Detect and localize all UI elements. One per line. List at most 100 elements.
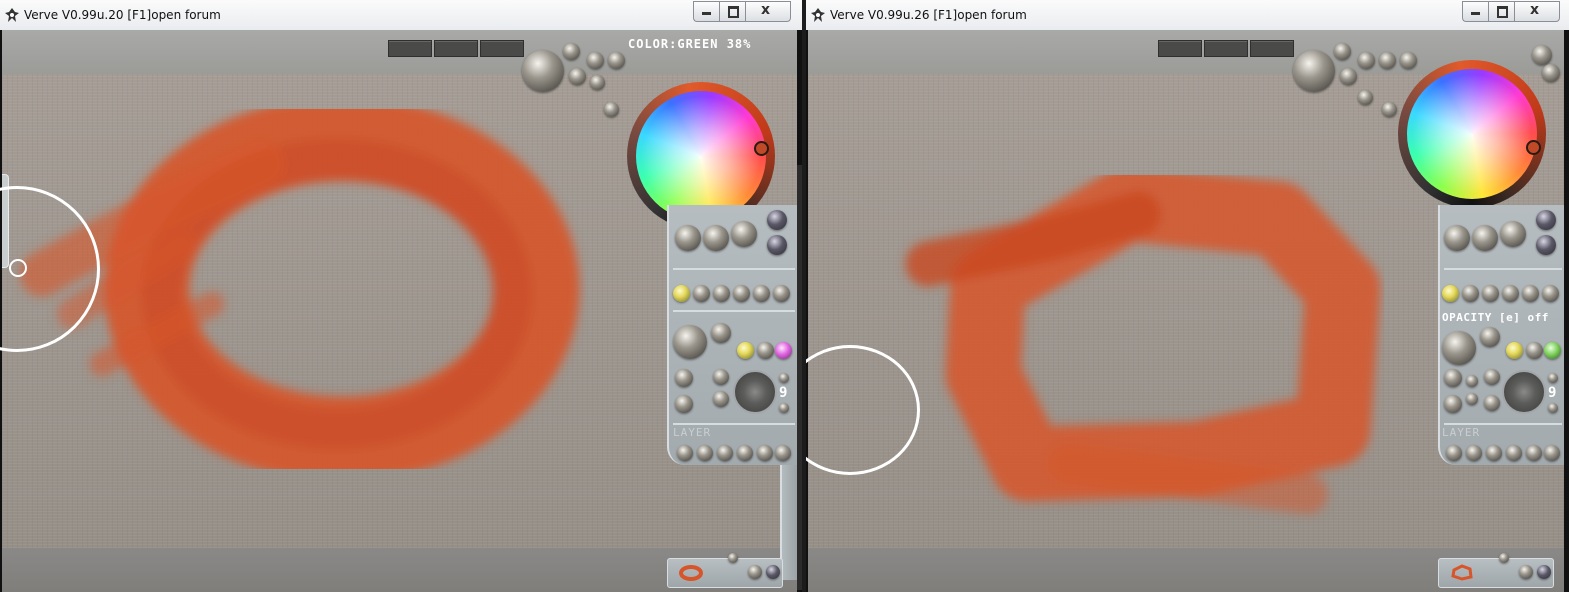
- brush-knob-large[interactable]: [673, 325, 707, 359]
- layer-knob[interactable]: [1446, 445, 1462, 461]
- scrollbar[interactable]: [797, 165, 802, 590]
- top-tab[interactable]: [388, 40, 432, 57]
- canvas-thumbnail[interactable]: [667, 553, 783, 588]
- top-tab[interactable]: [480, 40, 524, 57]
- layer-knob[interactable]: [1526, 445, 1542, 461]
- brush-knob[interactable]: [713, 391, 729, 407]
- brush-mode[interactable]: [1526, 342, 1543, 359]
- preset-knob[interactable]: [693, 285, 710, 302]
- knob[interactable]: [675, 225, 701, 251]
- nav-knob[interactable]: [1499, 553, 1509, 563]
- preset-knob[interactable]: [733, 285, 750, 302]
- small-knob[interactable]: [590, 75, 605, 90]
- small-knob[interactable]: [1334, 43, 1351, 60]
- preset-knob[interactable]: [1542, 285, 1559, 302]
- preset-knob[interactable]: [1462, 285, 1479, 302]
- brush-knob[interactable]: [711, 323, 731, 343]
- preset-knob[interactable]: [1522, 285, 1539, 302]
- brush-mode-yellow[interactable]: [737, 342, 754, 359]
- size-down-knob[interactable]: [1548, 403, 1558, 413]
- small-knob[interactable]: [1340, 68, 1357, 85]
- minimize-button[interactable]: [693, 1, 719, 22]
- preset-knob[interactable]: [1482, 285, 1499, 302]
- brush-mode-green[interactable]: [1544, 342, 1561, 359]
- brush-tip-preview[interactable]: [733, 370, 777, 414]
- layer-knob[interactable]: [1466, 445, 1482, 461]
- brush-knob[interactable]: [675, 369, 693, 387]
- layer-knob[interactable]: [775, 445, 791, 461]
- nav-knob[interactable]: [766, 565, 780, 579]
- brush-tip-preview[interactable]: [1502, 370, 1546, 414]
- brush-knob-large[interactable]: [1442, 331, 1476, 365]
- large-knob[interactable]: [1293, 50, 1335, 92]
- brush-mode-yellow[interactable]: [1506, 342, 1523, 359]
- brush-knob[interactable]: [713, 369, 729, 385]
- preset-knob-active[interactable]: [673, 285, 690, 302]
- size-up-knob[interactable]: [1548, 373, 1558, 383]
- brush-knob[interactable]: [1484, 395, 1500, 411]
- layer-knob[interactable]: [1544, 445, 1560, 461]
- layer-knob[interactable]: [717, 445, 733, 461]
- preset-knob[interactable]: [753, 285, 770, 302]
- preset-knob[interactable]: [713, 285, 730, 302]
- dark-knob[interactable]: [1536, 235, 1556, 255]
- layer-knob[interactable]: [697, 445, 713, 461]
- layer-knob[interactable]: [1506, 445, 1522, 461]
- preset-knob[interactable]: [1502, 285, 1519, 302]
- large-knob[interactable]: [522, 50, 564, 92]
- small-knob[interactable]: [608, 52, 625, 69]
- size-down-knob[interactable]: [779, 403, 789, 413]
- knob[interactable]: [1444, 225, 1470, 251]
- color-picker-marker[interactable]: [1526, 140, 1541, 155]
- minimize-button[interactable]: [1462, 1, 1488, 22]
- top-tab[interactable]: [1158, 40, 1202, 57]
- nav-knob[interactable]: [1537, 565, 1551, 579]
- close-button[interactable]: x: [1514, 1, 1560, 22]
- top-tab[interactable]: [434, 40, 478, 57]
- layer-knob[interactable]: [1486, 445, 1502, 461]
- layer-knob[interactable]: [737, 445, 753, 461]
- nav-knob[interactable]: [728, 553, 738, 563]
- color-picker-marker[interactable]: [754, 141, 769, 156]
- preset-knob-active[interactable]: [1442, 285, 1459, 302]
- small-knob[interactable]: [1542, 64, 1560, 82]
- small-knob[interactable]: [1358, 52, 1375, 69]
- nav-knob[interactable]: [748, 565, 762, 579]
- maximize-button[interactable]: [1488, 1, 1514, 22]
- small-knob[interactable]: [563, 43, 580, 60]
- preset-knob[interactable]: [773, 285, 790, 302]
- brush-knob[interactable]: [1444, 395, 1462, 413]
- brush-mode-pink[interactable]: [775, 342, 792, 359]
- dark-knob[interactable]: [767, 235, 787, 255]
- top-tab[interactable]: [1204, 40, 1248, 57]
- small-knob[interactable]: [1532, 45, 1552, 65]
- title-bar[interactable]: Verve V0.99u.26 [F1]open forum x: [806, 0, 1569, 30]
- knob[interactable]: [703, 225, 729, 251]
- layer-knob[interactable]: [677, 445, 693, 461]
- close-button[interactable]: x: [745, 1, 791, 22]
- small-knob[interactable]: [569, 68, 586, 85]
- nav-knob[interactable]: [1519, 565, 1533, 579]
- small-knob[interactable]: [1379, 52, 1396, 69]
- top-tab[interactable]: [1250, 40, 1294, 57]
- brush-knob[interactable]: [675, 395, 693, 413]
- canvas-thumbnail[interactable]: [1438, 553, 1554, 588]
- brush-knob[interactable]: [1444, 369, 1462, 387]
- size-up-knob[interactable]: [779, 373, 789, 383]
- knob[interactable]: [731, 221, 757, 247]
- layer-knob[interactable]: [757, 445, 773, 461]
- title-bar[interactable]: Verve V0.99u.20 [F1]open forum x: [0, 0, 802, 30]
- small-knob[interactable]: [1358, 90, 1373, 105]
- brush-knob[interactable]: [1466, 393, 1478, 405]
- knob[interactable]: [1472, 225, 1498, 251]
- brush-mode[interactable]: [757, 342, 774, 359]
- dark-knob[interactable]: [767, 210, 787, 230]
- small-knob[interactable]: [587, 52, 604, 69]
- small-knob[interactable]: [1382, 102, 1397, 117]
- small-knob[interactable]: [1400, 52, 1417, 69]
- brush-knob[interactable]: [1484, 369, 1500, 385]
- dark-knob[interactable]: [1536, 210, 1556, 230]
- brush-knob[interactable]: [1480, 327, 1500, 347]
- brush-knob[interactable]: [1466, 375, 1478, 387]
- maximize-button[interactable]: [719, 1, 745, 22]
